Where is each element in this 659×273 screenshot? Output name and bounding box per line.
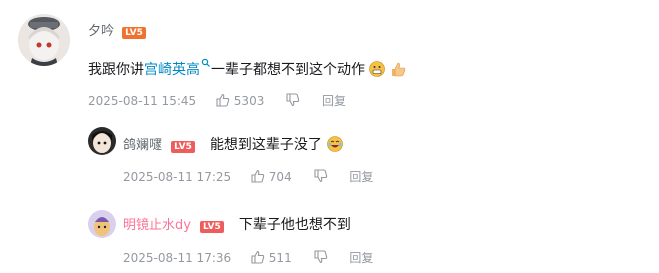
reply-avatar[interactable] [88,210,116,238]
like-icon [251,169,265,183]
search-link-icon [201,58,210,67]
reply-meta: 2025-08-11 17:36 511 回复 [123,249,373,266]
avatar-image [18,14,70,66]
like-count: 5303 [233,94,265,109]
reply-meta: 2025-08-11 17:25 704 回复 [123,168,373,185]
dislike-button[interactable] [286,93,300,108]
like-count: 511 [268,251,292,266]
dislike-button[interactable] [313,250,328,265]
laugh-cry-emoji-icon [327,136,343,152]
level-badge: LV5 [122,27,146,39]
reply-avatar[interactable] [88,127,116,155]
avatar-image [88,127,116,155]
reply-text: 能想到这辈子没了 [209,137,322,153]
like-button[interactable]: 5303 [216,93,265,109]
like-icon [216,93,230,107]
like-count: 704 [268,170,292,185]
grimace-emoji-icon [369,61,386,77]
reply-date: 2025-08-11 17:36 [123,250,232,265]
dislike-icon [313,169,327,183]
mention-link[interactable]: 宫崎英高 [144,58,211,78]
comment-text-post: 一辈子都想不到这个动作 [211,62,365,78]
comment-username[interactable]: 夕吟 LV5 [88,20,146,39]
mention-text: 宫崎英高 [144,62,200,78]
reply-header: 明镜止水dy LV5 下辈子他也想不到 [123,214,351,234]
like-icon [251,250,265,264]
like-button[interactable]: 704 [251,169,292,185]
level-badge: LV5 [200,221,224,233]
level-badge: LV5 [171,141,195,153]
reply-header: 鸽斓嚺 LV5 能想到这辈子没了 [123,134,343,154]
reply-button[interactable]: 回复 [349,168,373,185]
username-text: 夕吟 [88,24,115,39]
thumbs-up-emoji-icon [391,62,406,77]
avatar[interactable] [18,14,70,66]
comment-date: 2025-08-11 15:45 [88,93,197,108]
reply-button[interactable]: 回复 [322,92,346,109]
reply-username[interactable]: 鸽斓嚺 [123,138,162,153]
reply-date: 2025-08-11 17:25 [123,169,232,184]
like-button[interactable]: 511 [251,250,292,266]
dislike-icon [313,250,327,264]
dislike-button[interactable] [313,169,328,184]
avatar-image [88,210,116,238]
reply-username[interactable]: 明镜止水dy [123,218,191,233]
comment-text: 我跟你讲宫崎英高 一辈子都想不到这个动作 [88,58,406,79]
comment-meta: 2025-08-11 15:45 5303 回复 [88,92,346,109]
dislike-icon [286,93,300,107]
reply-text: 下辈子他也想不到 [238,217,351,233]
comment-text-pre: 我跟你讲 [88,62,144,78]
reply-button[interactable]: 回复 [349,249,373,266]
